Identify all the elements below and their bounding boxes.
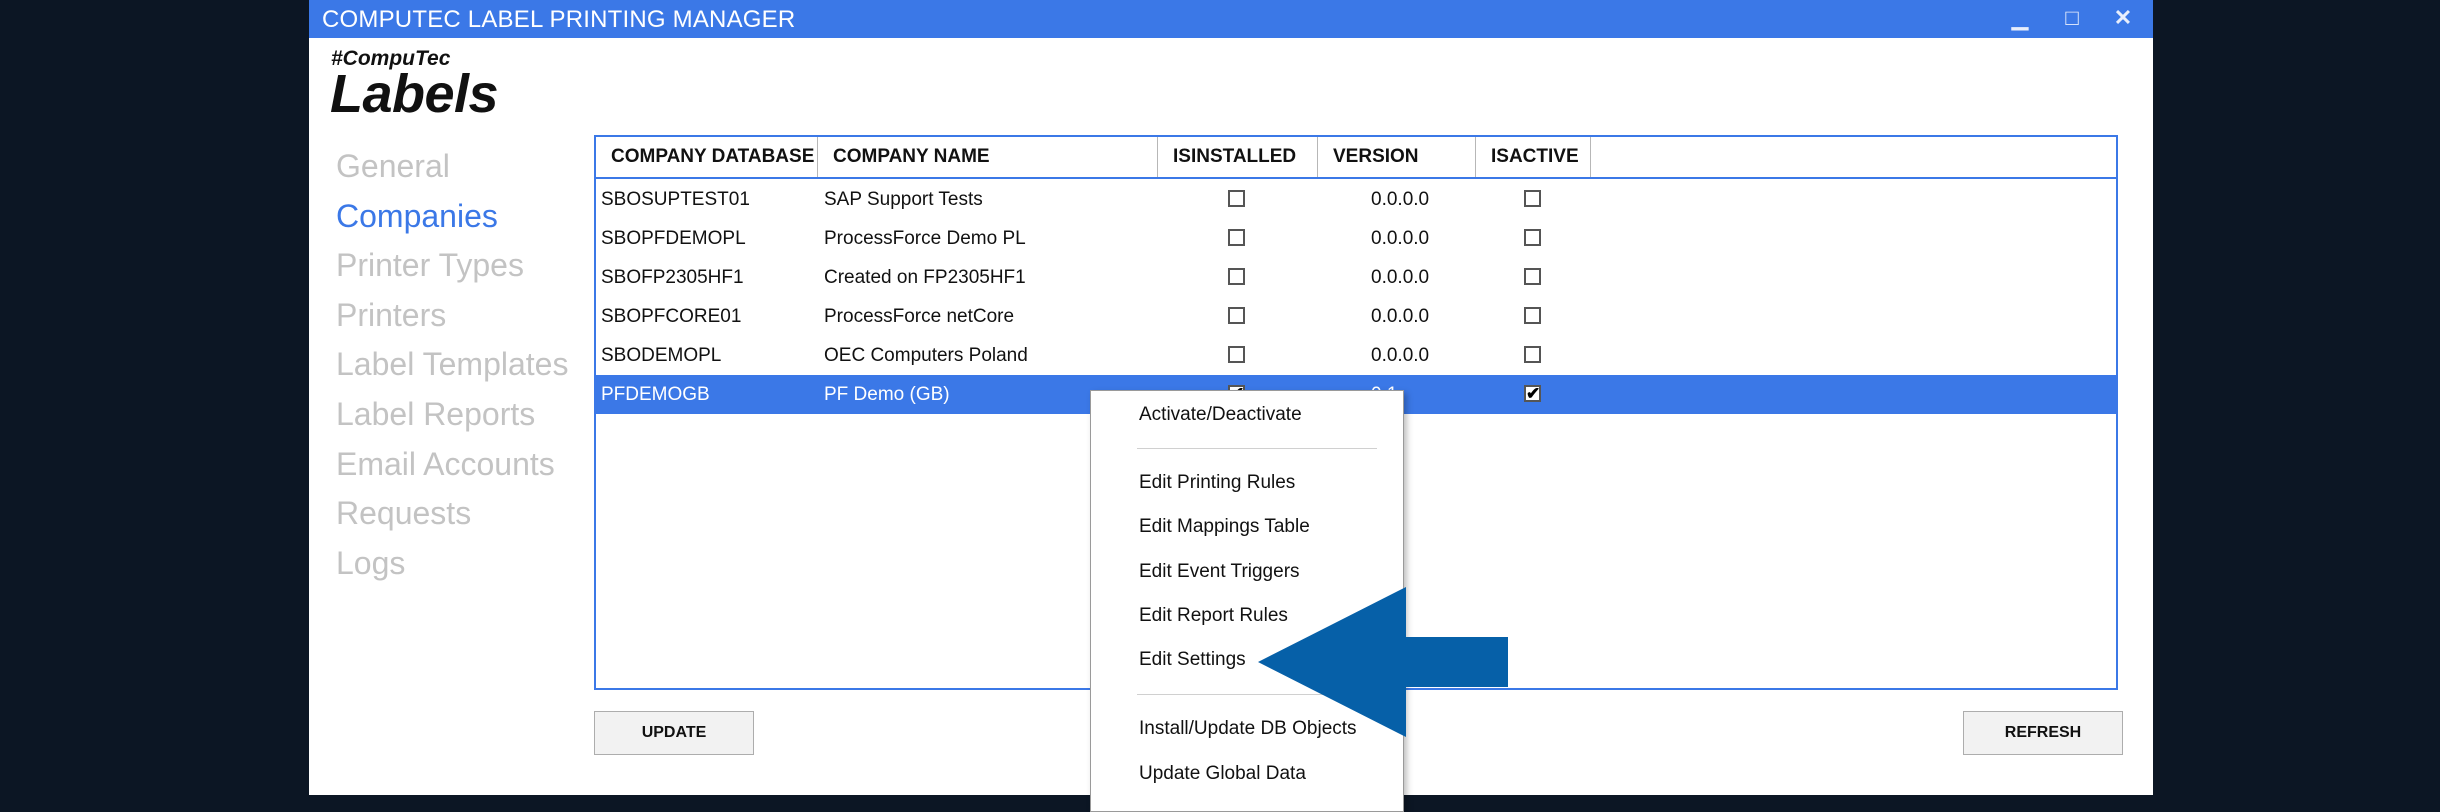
isactive-checkbox[interactable] [1524, 229, 1541, 246]
sidebar-item-requests[interactable]: Requests [336, 492, 568, 542]
menu-separator [1137, 448, 1377, 449]
sidebar-item-printer-types[interactable]: Printer Types [336, 244, 568, 294]
menu-item-edit-printing-rules[interactable]: Edit Printing Rules [1139, 472, 1295, 494]
menu-item-edit-event-triggers[interactable]: Edit Event Triggers [1139, 561, 1300, 583]
sidebar-item-companies[interactable]: Companies [336, 195, 568, 245]
cell-company-name: OEC Computers Poland [824, 345, 1028, 366]
isactive-checkbox[interactable] [1524, 268, 1541, 285]
cell-company-database: SBOPFCORE01 [601, 306, 742, 327]
isactive-checkbox[interactable] [1524, 346, 1541, 363]
cell-company-database: SBODEMOPL [601, 345, 722, 366]
isinstalled-checkbox[interactable] [1228, 307, 1245, 324]
menu-item-edit-mappings-table[interactable]: Edit Mappings Table [1139, 516, 1310, 538]
table-row[interactable]: SBOPFDEMOPL ProcessForce Demo PL 0.0.0.0 [596, 219, 2116, 258]
isactive-checkbox[interactable]: ✔ [1524, 385, 1541, 402]
minimize-icon[interactable]: ▁ [2003, 3, 2037, 33]
cell-version: 0.0.0.0 [1371, 345, 1430, 366]
cell-company-database: SBOSUPTEST01 [601, 189, 750, 210]
table-row[interactable]: SBOPFCORE01 ProcessForce netCore 0.0.0.0 [596, 297, 2116, 336]
isinstalled-checkbox[interactable] [1228, 268, 1245, 285]
cell-version: 0.0.0.0 [1371, 189, 1430, 210]
column-header-isactive[interactable]: ISACTIVE [1476, 137, 1591, 177]
cell-company-name: ProcessForce Demo PL [824, 228, 1026, 249]
sidebar-item-label-templates[interactable]: Label Templates [336, 343, 568, 393]
cell-company-database: SBOPFDEMOPL [601, 228, 746, 249]
sidebar-item-label-reports[interactable]: Label Reports [336, 393, 568, 443]
cell-version: 0.0.0.0 [1371, 306, 1430, 327]
grid-header: COMPANY DATABASE COMPANY NAME ISINSTALLE… [596, 137, 2116, 179]
logo: Labels [330, 64, 499, 124]
window-title: COMPUTEC LABEL PRINTING MANAGER [322, 6, 796, 33]
cell-company-name: Created on FP2305HF1 [824, 267, 1026, 288]
isactive-checkbox[interactable] [1524, 190, 1541, 207]
isinstalled-checkbox[interactable] [1228, 229, 1245, 246]
column-header-version[interactable]: VERSION [1318, 137, 1476, 177]
table-row[interactable]: SBODEMOPL OEC Computers Poland 0.0.0.0 [596, 336, 2116, 375]
sidebar-item-email-accounts[interactable]: Email Accounts [336, 443, 568, 493]
menu-item-update-global-data[interactable]: Update Global Data [1139, 763, 1306, 785]
cell-company-database: PFDEMOGB [601, 384, 710, 405]
sidebar-item-logs[interactable]: Logs [336, 542, 568, 592]
title-bar[interactable]: COMPUTEC LABEL PRINTING MANAGER ▁ □ ✕ [309, 0, 2153, 38]
isactive-checkbox[interactable] [1524, 307, 1541, 324]
table-row[interactable]: SBOSUPTEST01 SAP Support Tests 0.0.0.0 [596, 180, 2116, 219]
annotation-arrow-icon [1258, 587, 1508, 737]
close-icon[interactable]: ✕ [2106, 3, 2140, 33]
update-button[interactable]: UPDATE [594, 711, 754, 755]
sidebar-nav: General Companies Printer Types Printers… [336, 145, 568, 591]
cell-version: 0.0.0.0 [1371, 228, 1430, 249]
cell-company-name: ProcessForce netCore [824, 306, 1015, 327]
cell-company-name: PF Demo (GB) [824, 384, 950, 405]
menu-item-activate-deactivate[interactable]: Activate/Deactivate [1139, 404, 1302, 426]
menu-item-edit-settings[interactable]: Edit Settings [1139, 649, 1246, 671]
table-row[interactable]: SBOFP2305HF1 Created on FP2305HF1 0.0.0.… [596, 258, 2116, 297]
cell-company-name: SAP Support Tests [824, 189, 983, 210]
cell-company-database: SBOFP2305HF1 [601, 267, 744, 288]
cell-version: 0.0.0.0 [1371, 267, 1430, 288]
column-header-company-database[interactable]: COMPANY DATABASE [596, 137, 818, 177]
isinstalled-checkbox[interactable] [1228, 190, 1245, 207]
column-header-isinstalled[interactable]: ISINSTALLED [1158, 137, 1318, 177]
refresh-button[interactable]: REFRESH [1963, 711, 2123, 755]
sidebar-item-general[interactable]: General [336, 145, 568, 195]
maximize-icon[interactable]: □ [2055, 3, 2089, 33]
sidebar-item-printers[interactable]: Printers [336, 294, 568, 344]
isinstalled-checkbox[interactable] [1228, 346, 1245, 363]
column-header-company-name[interactable]: COMPANY NAME [818, 137, 1158, 177]
